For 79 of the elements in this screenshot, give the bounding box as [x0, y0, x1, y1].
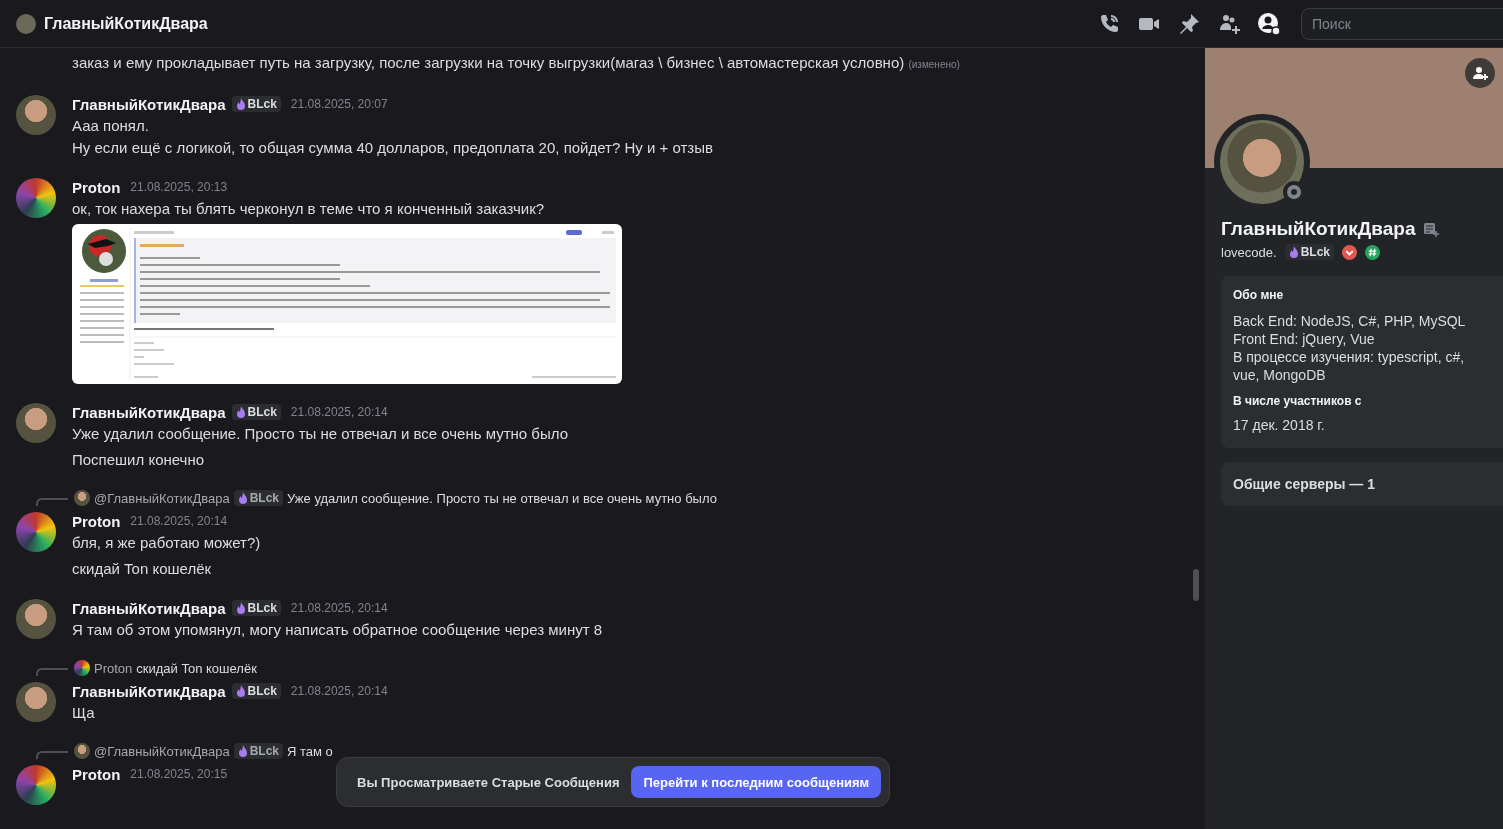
- clan-tag: BLck: [231, 683, 281, 699]
- timestamp: 21.08.2025, 20:13: [130, 180, 228, 194]
- user-avatar[interactable]: [16, 178, 56, 218]
- message-text: бля, я же работаю может?): [72, 533, 261, 553]
- author-name[interactable]: ГлавныйКотикДвара: [72, 682, 226, 700]
- jump-to-latest-button[interactable]: Перейти к последним сообщениям: [631, 766, 882, 798]
- flame-icon: [235, 685, 246, 697]
- forum-post-screenshot[interactable]: [72, 224, 622, 384]
- user-avatar: [16, 13, 36, 34]
- author-name[interactable]: ГлавныйКотикДвара: [72, 95, 226, 113]
- reply-author[interactable]: @ГлавныйКотикДвара: [94, 743, 230, 759]
- message-text: Я там об этом упомянул, могу написать обратное сообщение через минут 8: [72, 620, 603, 640]
- flame-icon: [235, 602, 246, 614]
- about-text: В процессе изучения: typescript, c#, vue, MongoDB: [1233, 348, 1466, 384]
- about-title: Обо мне: [1233, 288, 1285, 302]
- timestamp: 21.08.2025, 20:14: [290, 405, 388, 419]
- flame-icon: [235, 98, 246, 110]
- author-name[interactable]: ГлавныйКотикДвара: [72, 403, 226, 421]
- message-text: Ща: [72, 703, 96, 723]
- user-avatar[interactable]: [16, 403, 56, 443]
- timestamp: 21.08.2025, 20:14: [290, 601, 388, 615]
- timestamp: 21.08.2025, 20:07: [290, 97, 388, 111]
- chevron-badge-icon: [1342, 244, 1357, 260]
- reply-text[interactable]: Уже удалил сообщение. Просто ты не отвечал и все очень мутно было: [287, 490, 717, 506]
- search-field[interactable]: Поиск: [1301, 7, 1503, 40]
- flame-icon: [235, 406, 246, 418]
- clan-tag: BLck: [1284, 244, 1334, 260]
- author-name[interactable]: Proton: [72, 765, 121, 783]
- reply-connector: [36, 498, 68, 506]
- timestamp: 21.08.2025, 20:15: [130, 767, 228, 781]
- message-text: Поспешил конечно: [72, 450, 206, 470]
- jump-bar-text: Вы Просматриваете Старые Сообщения: [357, 774, 620, 790]
- reply-avatar: [74, 743, 90, 759]
- edited-label: (изменено): [908, 59, 960, 70]
- flame-icon: [237, 492, 248, 504]
- add-friend-icon: [1472, 65, 1488, 81]
- message-text: Ааа понял. Ну если ещё с логикой, то общая сумма 40 долларов, предоплата 20, пойдет? Ну и + отзыв: [72, 116, 713, 158]
- reply-avatar: [74, 660, 90, 676]
- reply-author[interactable]: @ГлавныйКотикДвара: [94, 490, 230, 506]
- reply-author[interactable]: Proton: [94, 660, 133, 676]
- scrollbar-thumb[interactable]: [1193, 569, 1199, 601]
- timestamp: 21.08.2025, 20:14: [130, 514, 228, 528]
- clan-tag: BLck: [233, 743, 284, 759]
- profile-username: lovecode.: [1221, 244, 1277, 260]
- add-friend-button[interactable]: [1465, 58, 1495, 88]
- member-since-date: 17 дек. 2018 г.: [1233, 416, 1326, 434]
- user-avatar[interactable]: [16, 599, 56, 639]
- reply-text[interactable]: Я там о: [287, 743, 333, 759]
- profile-name: ГлавныйКотикДвара: [1221, 218, 1416, 240]
- mutual-servers-button[interactable]: Общие серверы — 1: [1221, 462, 1503, 506]
- user-avatar[interactable]: [16, 512, 56, 552]
- about-text: Back End: NodeJS, C#, PHP, MySQL: [1233, 312, 1467, 330]
- add-note-icon[interactable]: [1423, 221, 1440, 237]
- user-profile-icon[interactable]: [1257, 11, 1281, 36]
- user-avatar[interactable]: [16, 682, 56, 722]
- user-avatar[interactable]: [16, 95, 56, 135]
- author-name[interactable]: ГлавныйКотикДвара: [72, 599, 226, 617]
- reply-connector: [36, 668, 68, 676]
- reply-connector: [36, 751, 68, 759]
- author-name[interactable]: Proton: [72, 512, 121, 530]
- about-text: Front End: jQuery, Vue: [1233, 330, 1376, 348]
- message-text: заказ и ему прокладывает путь на загрузку, после загрузки на точку выгрузки(магаз \ бизнес \ автомастерская условно) (изменено): [72, 53, 961, 73]
- clan-tag: BLck: [233, 490, 284, 506]
- hash-badge-icon: [1365, 244, 1380, 260]
- reply-avatar: [74, 490, 90, 506]
- clan-tag: BLck: [231, 600, 281, 616]
- message-text: Уже удалил сообщение. Просто ты не отвечал и все очень мутно было: [72, 424, 568, 444]
- flame-icon: [237, 745, 248, 757]
- message-text: скидай Ton кошелёк: [72, 559, 213, 579]
- reply-text[interactable]: скидай Ton кошелёк: [136, 660, 257, 676]
- clan-tag: BLck: [231, 96, 281, 112]
- clan-tag: BLck: [231, 404, 281, 420]
- timestamp: 21.08.2025, 20:14: [290, 684, 388, 698]
- member-since-title: В числе участников с: [1233, 394, 1363, 408]
- flame-icon: [1288, 246, 1299, 258]
- message-text: ок, ток нахера ты блять черконул в теме что я конченный заказчик?: [72, 199, 546, 219]
- author-name[interactable]: Proton: [72, 178, 121, 196]
- user-avatar[interactable]: [16, 765, 56, 805]
- channel-title: ГлавныйКотикДвара: [44, 14, 208, 33]
